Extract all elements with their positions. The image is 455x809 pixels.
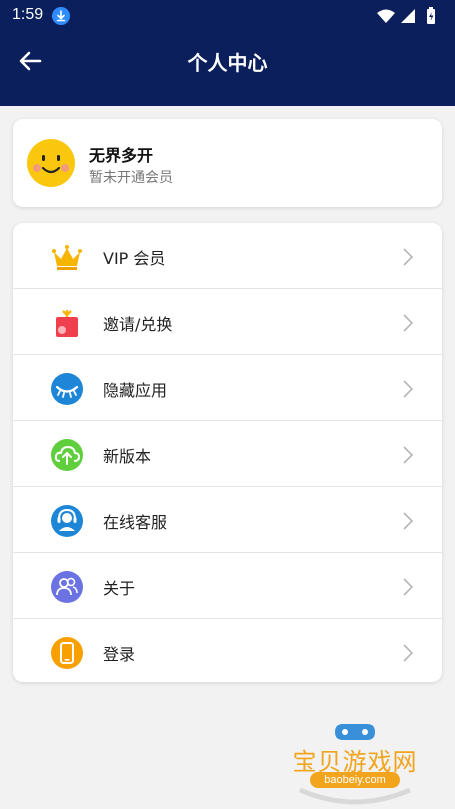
menu-item-login[interactable]: 登录 [13, 619, 442, 682]
chevron-right-icon [403, 446, 414, 464]
status-bar: 1:59 [0, 0, 455, 32]
chevron-right-icon [403, 578, 414, 596]
menu-item-label: 关于 [103, 579, 136, 598]
cellular-signal-icon [401, 9, 415, 23]
page-title: 个人中心 [187, 51, 268, 75]
closed-eye-icon [51, 373, 83, 405]
smiley-avatar-icon [27, 139, 75, 187]
menu-item-vip[interactable]: VIP 会员 [13, 223, 442, 289]
app-bar: 个人中心 [0, 32, 455, 106]
gift-box-icon [56, 310, 78, 337]
chevron-right-icon [403, 314, 414, 332]
chevron-right-icon [403, 380, 414, 398]
download-icon [52, 7, 70, 25]
menu-item-customer-service[interactable]: 在线客服 [13, 487, 442, 553]
users-icon [51, 571, 83, 603]
chevron-right-icon [403, 644, 414, 662]
menu-item-hide-apps[interactable]: 隐藏应用 [13, 355, 442, 421]
menu-item-invite[interactable]: 邀请/兑换 [13, 289, 442, 355]
menu-item-label: 在线客服 [103, 513, 168, 532]
menu-item-label: 邀请/兑换 [103, 315, 173, 334]
menu-item-label: 新版本 [103, 447, 152, 466]
profile-card[interactable]: 无界多开 暂未开通会员 [13, 119, 442, 207]
cloud-upload-icon [51, 439, 83, 471]
menu-item-about[interactable]: 关于 [13, 553, 442, 619]
crown-icon [52, 245, 82, 270]
phone-icon [51, 637, 83, 669]
profile-name: 无界多开 [89, 146, 154, 165]
watermark-url: baobeiy.com [310, 772, 400, 788]
menu-item-label: VIP 会员 [103, 249, 166, 268]
watermark: 宝贝游戏网 baobeiy.com [280, 718, 430, 808]
signal-battery-icons [377, 7, 435, 24]
menu-item-label: 隐藏应用 [103, 381, 168, 400]
menu-list: VIP 会员 邀请/兑换 隐藏应用 新版本 在线客服 关于 登录 [13, 223, 442, 682]
menu-item-label: 登录 [103, 645, 136, 664]
wifi-icon [377, 9, 395, 23]
membership-status: 暂未开通会员 [89, 170, 173, 186]
chevron-right-icon [403, 248, 414, 266]
chevron-right-icon [403, 512, 414, 530]
status-time: 1:59 [12, 6, 44, 23]
customer-service-icon [51, 505, 83, 537]
menu-item-new-version[interactable]: 新版本 [13, 421, 442, 487]
